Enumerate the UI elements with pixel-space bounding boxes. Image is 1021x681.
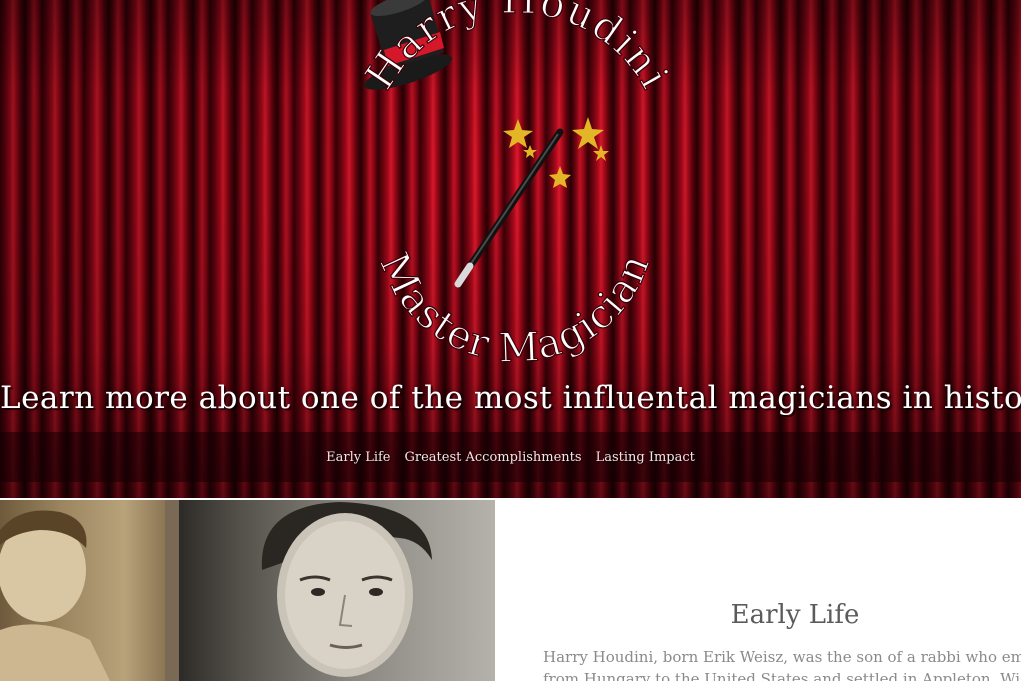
hero-tagline: Learn more about one of the most influen…	[0, 380, 1021, 416]
early-life-text: Harry Houdini, born Erik Weisz, was the …	[543, 646, 1021, 681]
hero-banner: Harry Houdini Master Magician Learn more…	[0, 0, 1021, 498]
houdini-portraits-image	[0, 500, 495, 681]
nav-link-lasting-impact[interactable]: Lasting Impact	[596, 448, 695, 467]
early-life-heading: Early Life	[730, 600, 860, 630]
nav-link-early-life[interactable]: Early Life	[326, 448, 390, 467]
main-nav: Early Life Greatest Accomplishments Last…	[0, 432, 1021, 482]
early-life-text-line-1: Harry Houdini, born Erik Weisz, was the …	[543, 648, 1021, 666]
houdini-logo: Harry Houdini Master Magician	[356, 0, 677, 372]
nav-link-greatest-accomplishments[interactable]: Greatest Accomplishments	[405, 448, 582, 467]
logo-bottom-text: Master Magician	[370, 246, 659, 372]
star-icon	[503, 117, 609, 188]
magic-wand-icon	[454, 128, 564, 288]
early-life-text-line-2: from Hungary to the United States and se…	[543, 670, 1021, 681]
portrait-figures	[0, 500, 432, 681]
